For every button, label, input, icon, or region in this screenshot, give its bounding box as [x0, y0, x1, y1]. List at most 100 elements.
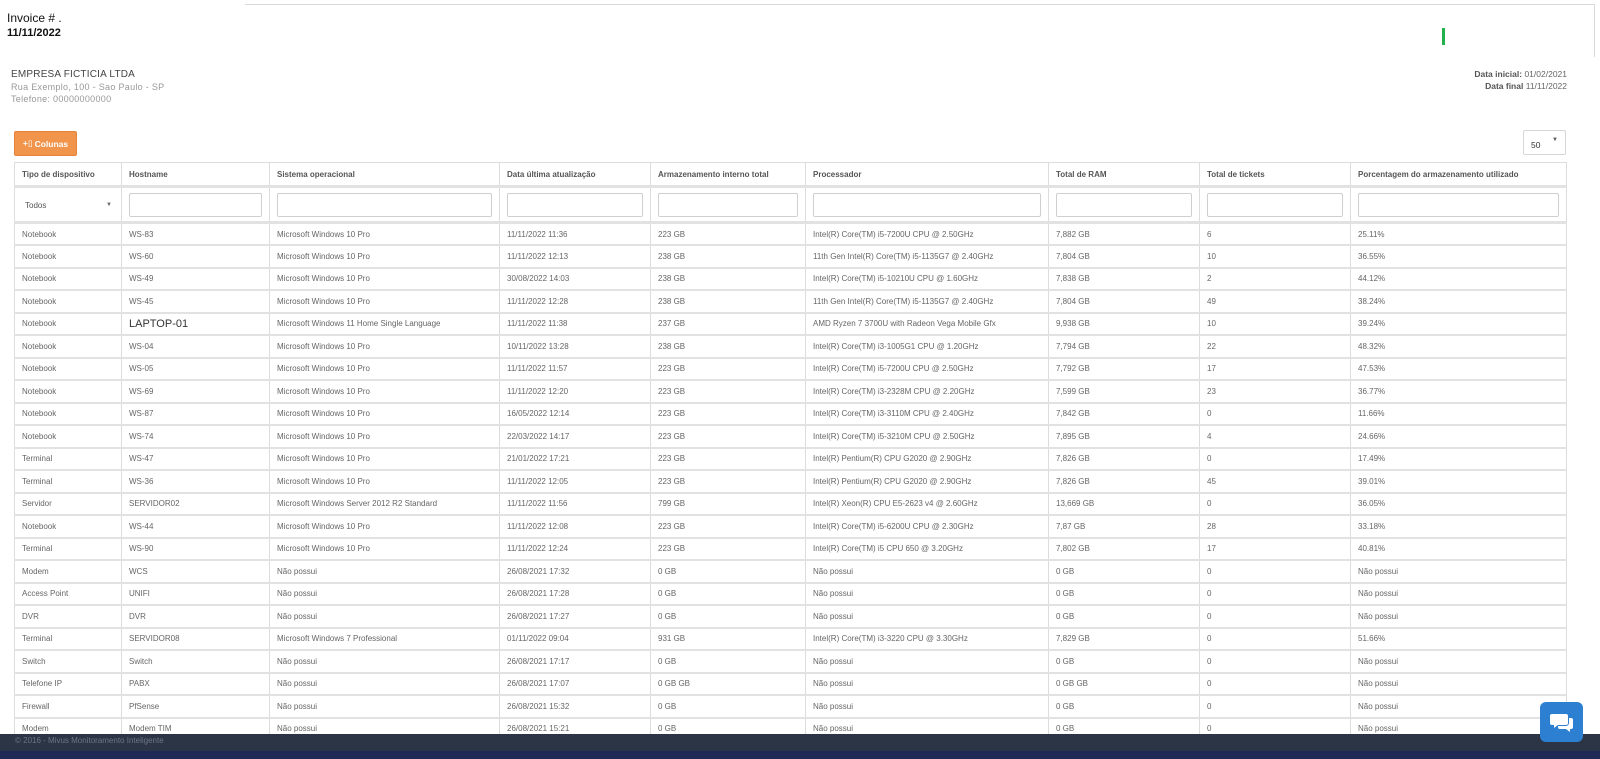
table-row[interactable]: Modem WCS Não possui 26/08/2021 17:32 0 GB Nã…: [14, 559, 1567, 584]
table-row[interactable]: Notebook LAPTOP-01 Microsoft Windows 11 Ho…: [14, 312, 1567, 336]
storage-filter-input[interactable]: [658, 192, 798, 217]
cell-storage: 799 GB: [650, 492, 806, 516]
cell-device-type: Notebook: [14, 514, 122, 539]
column-header-storage-usage[interactable]: Porcentagem do armazenamento utilizado: [1350, 162, 1567, 188]
column-header-os[interactable]: Sistema operacional: [269, 162, 500, 188]
cell-os: Microsoft Windows 10 Pro: [269, 469, 500, 494]
cell-last-update: 11/11/2022 11:57: [499, 357, 651, 381]
hostname-filter-input[interactable]: [129, 192, 262, 217]
cell-processor: Intel(R) Core(TM) i5 CPU 650 @ 3.20GHz: [805, 537, 1049, 561]
cell-tickets: 49: [1199, 289, 1351, 314]
cell-hostname: WS-83: [121, 222, 270, 246]
cell-storage-usage: 24.66%: [1350, 424, 1567, 449]
cell-ram: 7,804 GB: [1048, 289, 1200, 314]
cell-storage: 223 GB: [650, 447, 806, 471]
end-date-value: 11/11/2022: [1525, 81, 1567, 91]
start-date: Data inicial: 01/02/2021: [1474, 68, 1567, 80]
table-row[interactable]: Notebook WS-05 Microsoft Windows 10 Pro 11/…: [14, 357, 1567, 381]
cell-processor: Intel(R) Pentium(R) CPU G2020 @ 2.90GHz: [805, 469, 1049, 494]
cell-storage: 238 GB: [650, 334, 806, 359]
cell-os: Não possui: [269, 559, 500, 584]
table-row[interactable]: Notebook WS-45 Microsoft Windows 10 Pro 11/…: [14, 289, 1567, 314]
cell-hostname: PABX: [121, 672, 270, 696]
storage-usage-filter-input[interactable]: [1358, 192, 1559, 217]
chevron-down-icon: ▼: [106, 201, 112, 208]
cell-hostname: WCS: [121, 559, 270, 584]
table-row[interactable]: Notebook WS-49 Microsoft Windows 10 Pro 30/…: [14, 267, 1567, 291]
columns-button[interactable]: +▯ Colunas: [14, 131, 77, 156]
filter-cell: [121, 186, 270, 224]
column-header-last-update[interactable]: Data última atualização: [499, 162, 651, 188]
end-date-label: Data final: [1485, 81, 1524, 91]
start-date-label: Data inicial:: [1474, 69, 1523, 79]
table-row[interactable]: Notebook WS-69 Microsoft Windows 10 Pro 11/…: [14, 379, 1567, 404]
cell-os: Microsoft Windows 10 Pro: [269, 447, 500, 471]
column-header-storage[interactable]: Armazenamento interno total: [650, 162, 806, 188]
table-row[interactable]: DVR DVR Não possui 26/08/2021 17:27 0 GB Não …: [14, 604, 1567, 629]
cell-hostname: WS-05: [121, 357, 270, 381]
column-header-processor[interactable]: Processador: [805, 162, 1049, 188]
cell-storage-usage: 39.01%: [1350, 469, 1567, 494]
table-row[interactable]: Access Point UNIFI Não possui 26/08/2021 17…: [14, 582, 1567, 606]
cell-tickets: 28: [1199, 514, 1351, 539]
cell-processor: Intel(R) Core(TM) i5-6200U CPU @ 2.30GHz: [805, 514, 1049, 539]
table-row[interactable]: Notebook WS-74 Microsoft Windows 10 Pro 22/…: [14, 424, 1567, 449]
cell-storage: 0 GB: [650, 604, 806, 629]
cell-tickets: 6: [1199, 222, 1351, 246]
cell-tickets: 17: [1199, 357, 1351, 381]
cell-os: Microsoft Windows Server 2012 R2 Standar…: [269, 492, 500, 516]
table-row[interactable]: Notebook WS-87 Microsoft Windows 10 Pro 16/…: [14, 402, 1567, 426]
cell-device-type: Terminal: [14, 447, 122, 471]
table-row[interactable]: Telefone IP PABX Não possui 26/08/2021 17:0…: [14, 672, 1567, 696]
table-row[interactable]: Notebook WS-44 Microsoft Windows 10 Pro 11/…: [14, 514, 1567, 539]
filter-cell: [650, 186, 806, 224]
chat-button[interactable]: [1540, 702, 1583, 742]
columns-icon: +▯: [22, 138, 33, 148]
devices-table: Tipo de dispositivo Hostname Sistema opera…: [14, 162, 1567, 741]
divider: [245, 4, 1595, 5]
processor-filter-input[interactable]: [813, 192, 1041, 217]
table-row[interactable]: Notebook WS-83 Microsoft Windows 10 Pro 11/…: [14, 222, 1567, 246]
cell-storage-usage: 17.49%: [1350, 447, 1567, 471]
table-row[interactable]: Terminal SERVIDOR08 Microsoft Windows 7 Pr…: [14, 627, 1567, 651]
cell-device-type: Notebook: [14, 289, 122, 314]
cell-last-update: 11/11/2022 11:56: [499, 492, 651, 516]
cell-last-update: 30/08/2022 14:03: [499, 267, 651, 291]
column-header-ram[interactable]: Total de RAM: [1048, 162, 1200, 188]
device-type-filter[interactable]: Todos ▼: [22, 193, 114, 217]
table-row[interactable]: Firewall PfSense Não possui 26/08/2021 15:3…: [14, 694, 1567, 719]
table-row[interactable]: Terminal WS-36 Microsoft Windows 10 Pro 11/…: [14, 469, 1567, 494]
last-update-filter-input[interactable]: [507, 192, 643, 217]
table-row[interactable]: Switch Switch Não possui 26/08/2021 17:17 0 …: [14, 649, 1567, 674]
cell-tickets: 10: [1199, 244, 1351, 269]
cell-device-type: Servidor: [14, 492, 122, 516]
cell-last-update: 26/08/2021 17:27: [499, 604, 651, 629]
cell-storage-usage: 25.11%: [1350, 222, 1567, 246]
table-row[interactable]: Servidor SERVIDOR02 Microsoft Windows Serv…: [14, 492, 1567, 516]
cell-last-update: 11/11/2022 12:08: [499, 514, 651, 539]
cell-ram: 9,938 GB: [1048, 312, 1200, 336]
table-row[interactable]: Notebook WS-04 Microsoft Windows 10 Pro 10/…: [14, 334, 1567, 359]
cell-last-update: 26/08/2021 15:32: [499, 694, 651, 719]
table-row[interactable]: Notebook WS-60 Microsoft Windows 10 Pro 11/…: [14, 244, 1567, 269]
table-row[interactable]: Terminal WS-47 Microsoft Windows 10 Pro 21/…: [14, 447, 1567, 471]
filter-cell: [805, 186, 1049, 224]
cell-device-type: Terminal: [14, 537, 122, 561]
cell-ram: 7,87 GB: [1048, 514, 1200, 539]
cell-hostname: DVR: [121, 604, 270, 629]
column-header-tickets[interactable]: Total de tickets: [1199, 162, 1351, 188]
cell-last-update: 26/08/2021 17:28: [499, 582, 651, 606]
cell-device-type: Notebook: [14, 222, 122, 246]
page-size-select[interactable]: 50 ▼: [1523, 130, 1566, 155]
cell-hostname: WS-45: [121, 289, 270, 314]
tickets-filter-input[interactable]: [1207, 192, 1343, 217]
cell-device-type: Terminal: [14, 627, 122, 651]
column-header-hostname[interactable]: Hostname: [121, 162, 270, 188]
ram-filter-input[interactable]: [1056, 192, 1192, 217]
cell-storage: 223 GB: [650, 537, 806, 561]
company-phone: Telefone: 00000000000: [11, 94, 112, 104]
os-filter-input[interactable]: [277, 192, 492, 217]
table-row[interactable]: Terminal WS-90 Microsoft Windows 10 Pro 11/…: [14, 537, 1567, 561]
company-info: EMPRESA FICTICIA LTDA Rua Exemplo, 100 -…: [11, 69, 164, 104]
column-header-device-type[interactable]: Tipo de dispositivo: [14, 162, 122, 188]
